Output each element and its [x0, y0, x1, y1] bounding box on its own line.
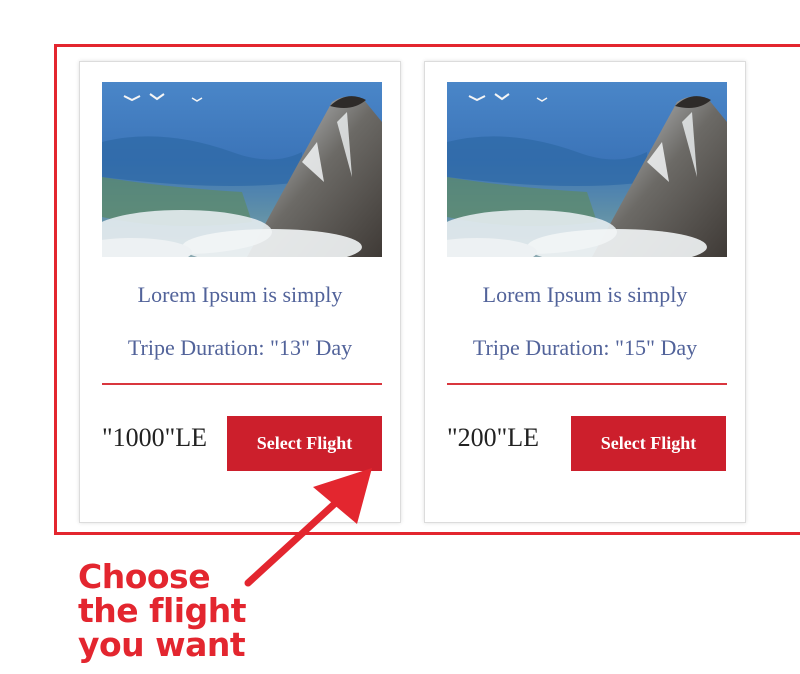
select-flight-button[interactable]: Select Flight [227, 416, 382, 471]
callout-line: you want [78, 625, 246, 664]
card-divider [102, 383, 382, 385]
volcano-landscape-image [102, 82, 382, 257]
select-flight-button[interactable]: Select Flight [571, 416, 726, 471]
callout-line: Choose [78, 557, 211, 596]
volcano-landscape-image [447, 82, 727, 257]
card-title: Lorem Ipsum is simply [137, 282, 343, 307]
price-label: "1000"LE [102, 423, 207, 452]
callout-line: the flight [78, 591, 247, 630]
price-label: "200"LE [447, 423, 539, 452]
callout-text: Choose the flight you want [78, 557, 247, 664]
flight-card: Lorem Ipsum is simply Tripe Duration: "1… [79, 61, 401, 523]
trip-duration: Tripe Duration: "13" Day [127, 335, 353, 360]
trip-duration: Tripe Duration: "15" Day [472, 335, 698, 360]
card-divider [447, 383, 727, 385]
card-title: Lorem Ipsum is simply [482, 282, 688, 307]
flight-card: Lorem Ipsum is simply Tripe Duration: "1… [424, 61, 746, 523]
